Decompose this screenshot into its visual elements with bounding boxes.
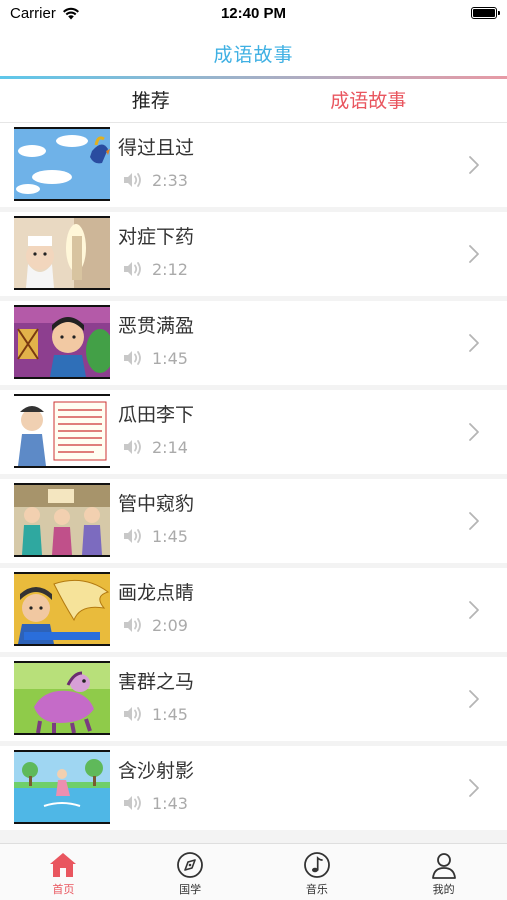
story-meta: 1:45 — [122, 348, 188, 368]
chevron-right-icon — [469, 245, 479, 263]
tabbar-home[interactable]: 首页 — [0, 844, 127, 900]
story-meta: 2:33 — [122, 170, 188, 190]
story-duration: 1:45 — [152, 526, 188, 546]
story-row[interactable]: 恶贯满盈 1:45 — [0, 301, 507, 385]
story-duration: 2:33 — [152, 170, 188, 190]
chevron-right-icon — [469, 423, 479, 441]
story-meta: 2:14 — [122, 437, 188, 457]
story-row[interactable]: 管中窥豹 1:45 — [0, 479, 507, 563]
story-duration: 2:14 — [152, 437, 188, 457]
story-thumbnail — [14, 572, 110, 646]
story-title: 得过且过 — [118, 137, 195, 159]
story-title: 害群之马 — [118, 671, 195, 693]
speaker-icon — [124, 707, 141, 721]
story-title: 管中窥豹 — [118, 493, 195, 515]
story-duration: 1:45 — [152, 348, 188, 368]
story-duration: 1:43 — [152, 793, 188, 813]
story-row[interactable]: 对症下药 2:12 — [0, 212, 507, 296]
story-row[interactable]: 瓜田李下 2:14 — [0, 390, 507, 474]
story-duration: 2:12 — [152, 259, 188, 279]
status-bar: Carrier 12:40 PM — [0, 0, 507, 28]
story-meta: 2:09 — [122, 615, 188, 635]
tabbar-music-label: 音乐 — [305, 883, 328, 896]
story-thumbnail — [14, 750, 110, 824]
story-thumbnail — [14, 661, 110, 735]
story-meta: 1:45 — [122, 704, 188, 724]
segment-control: 推荐 成语故事 — [0, 79, 507, 123]
chevron-right-icon — [469, 779, 479, 797]
speaker-icon — [124, 618, 141, 632]
story-thumbnail — [14, 127, 110, 201]
tabbar-guoxue[interactable]: 国学 — [127, 844, 254, 900]
story-meta: 1:43 — [122, 793, 188, 813]
tab-recommend[interactable]: 推荐 — [0, 79, 260, 122]
home-icon — [50, 853, 77, 877]
compass-icon — [177, 852, 204, 878]
speaker-icon — [124, 173, 141, 187]
speaker-icon — [124, 262, 141, 276]
speaker-icon — [124, 440, 141, 454]
status-time: 12:40 PM — [220, 5, 287, 22]
tabbar-mine[interactable]: 我的 — [380, 844, 507, 900]
nav-bar: 成语故事 — [0, 28, 507, 76]
story-title: 画龙点睛 — [118, 582, 195, 604]
chevron-right-icon — [469, 334, 479, 352]
story-title: 含沙射影 — [118, 760, 195, 782]
tabbar-guoxue-label: 国学 — [179, 883, 202, 896]
speaker-icon — [124, 529, 141, 543]
bottom-tab-bar: 首页 国学 音乐 我的 — [0, 843, 507, 900]
tabbar-music[interactable]: 音乐 — [254, 844, 381, 900]
chevron-right-icon — [469, 512, 479, 530]
story-title: 恶贯满盈 — [118, 315, 195, 337]
story-thumbnail — [14, 483, 110, 557]
story-title: 对症下药 — [118, 226, 195, 248]
story-thumbnail — [14, 394, 110, 468]
story-row[interactable]: 画龙点睛 2:09 — [0, 568, 507, 652]
story-meta: 1:45 — [122, 526, 188, 546]
chevron-right-icon — [469, 690, 479, 708]
story-thumbnail — [14, 216, 110, 290]
tabbar-home-label: 首页 — [52, 883, 75, 896]
story-meta: 2:12 — [122, 259, 188, 279]
speaker-icon — [124, 351, 141, 365]
story-row[interactable]: 含沙射影 1:43 — [0, 746, 507, 830]
tab-idiom-stories[interactable]: 成语故事 — [260, 79, 507, 122]
story-row[interactable]: 害群之马 1:45 — [0, 657, 507, 741]
story-row[interactable]: 得过且过 2:33 — [0, 123, 507, 207]
battery-icon — [471, 7, 500, 19]
story-title: 瓜田李下 — [118, 404, 195, 426]
story-duration: 2:09 — [152, 615, 188, 635]
tabbar-mine-label: 我的 — [432, 883, 455, 896]
chevron-right-icon — [469, 156, 479, 174]
chevron-right-icon — [469, 601, 479, 619]
page-title: 成语故事 — [213, 44, 294, 66]
story-thumbnail — [14, 305, 110, 379]
story-duration: 1:45 — [152, 704, 188, 724]
story-list[interactable]: 得过且过 2:33 对症下药 2:12 恶贯满盈 1:45 瓜田李下 2:14 … — [0, 123, 507, 843]
speaker-icon — [124, 796, 141, 810]
person-icon — [431, 853, 456, 879]
music-note-icon — [303, 852, 330, 878]
